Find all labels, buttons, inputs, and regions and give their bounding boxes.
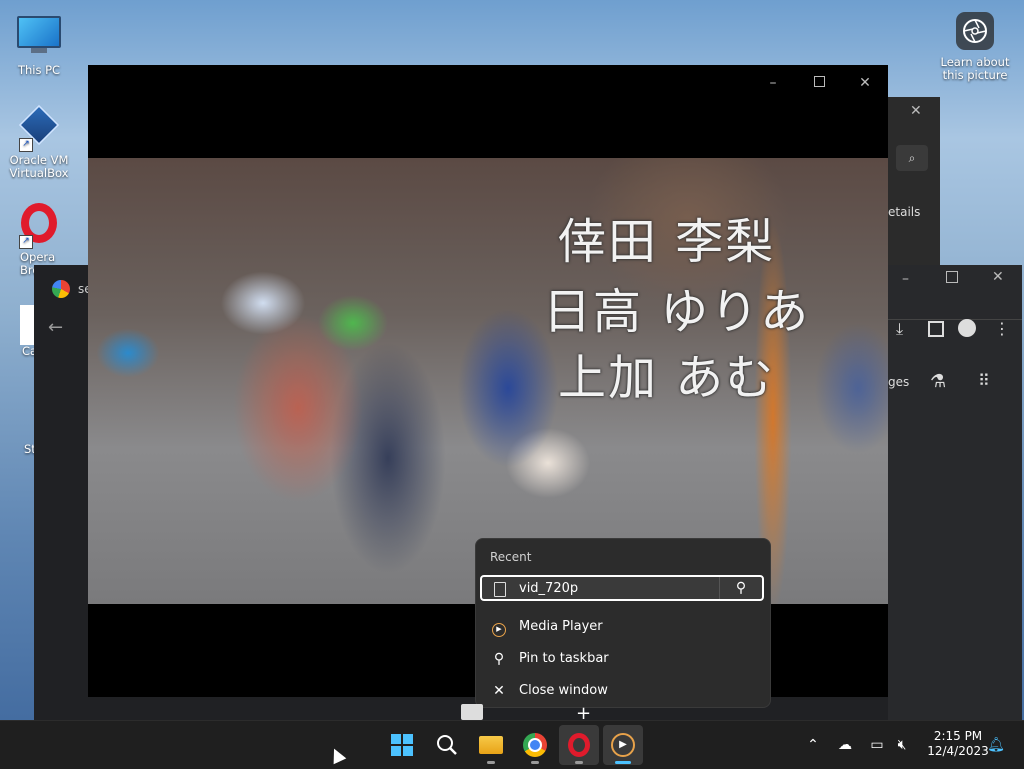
desktop-icon-label: St bbox=[24, 442, 36, 456]
learn-label: Learn about this picture bbox=[940, 55, 1010, 82]
maximize-icon[interactable] bbox=[809, 73, 829, 93]
close-icon: ✕ bbox=[493, 683, 505, 699]
virtualbox-icon: ↗ bbox=[17, 104, 61, 152]
pin-icon: ⚲ bbox=[493, 651, 505, 667]
search-icon bbox=[437, 735, 457, 755]
desktop-icon-this-pc[interactable]: This PC bbox=[4, 10, 74, 77]
details-text: etails bbox=[888, 205, 921, 219]
labs-icon[interactable]: ⚗ bbox=[930, 371, 946, 392]
close-icon[interactable]: ✕ bbox=[992, 269, 1004, 285]
chevron-up-icon[interactable]: ⌃ bbox=[802, 734, 824, 756]
video-file-icon bbox=[494, 582, 506, 597]
chrome-icon bbox=[523, 733, 547, 757]
jump-item-media-player[interactable]: ▶ Media Player bbox=[476, 613, 770, 641]
computer-icon bbox=[17, 16, 61, 60]
search-icon[interactable]: ⌕ bbox=[896, 145, 928, 171]
jump-item-label: Close window bbox=[519, 683, 608, 698]
caption-line: 倖田 李梨 bbox=[558, 214, 776, 270]
recent-item-label: vid_720p bbox=[519, 581, 579, 596]
media-player-icon: ▶ bbox=[490, 618, 508, 637]
opera-button[interactable] bbox=[559, 725, 599, 765]
taskbar: ▶ ⌃ ☁ ▭ 🔇︎ 2:15 PM 12/4/2023 🔔︎ bbox=[0, 720, 1024, 769]
camera-icon bbox=[956, 12, 994, 50]
chrome-window-right: – ✕ ⤓ ⋮ ges ⚗ ⠿ bbox=[888, 265, 1022, 721]
onedrive-icon[interactable]: ☁ bbox=[834, 734, 856, 756]
start-button[interactable] bbox=[382, 725, 422, 765]
side-panel-icon[interactable] bbox=[928, 321, 944, 337]
close-icon[interactable]: ✕ bbox=[855, 73, 875, 93]
profile-icon[interactable] bbox=[958, 319, 976, 337]
media-player-icon: ▶ bbox=[611, 733, 635, 757]
close-icon[interactable]: ✕ bbox=[910, 103, 922, 119]
media-player-button[interactable]: ▶ bbox=[603, 725, 643, 765]
minimize-icon[interactable]: – bbox=[763, 73, 783, 93]
apps-grid-icon[interactable]: ⠿ bbox=[978, 371, 990, 390]
jump-list-header: Recent bbox=[490, 550, 532, 564]
desktop-icon-label: This PC bbox=[17, 63, 61, 77]
folder-icon bbox=[479, 736, 503, 754]
search-button[interactable] bbox=[427, 725, 467, 765]
jump-item-label: Pin to taskbar bbox=[519, 651, 609, 666]
opera-thumbnail-icon bbox=[461, 704, 483, 720]
caption-line: 日高 ゆりあ bbox=[543, 284, 811, 340]
maximize-icon[interactable] bbox=[946, 271, 958, 283]
jump-item-pin-taskbar[interactable]: ⚲ Pin to taskbar bbox=[476, 645, 770, 673]
learn-about-picture[interactable]: Learn about this picture bbox=[940, 12, 1010, 82]
pages-text: ges bbox=[888, 375, 910, 389]
jump-item-label: Media Player bbox=[519, 619, 603, 634]
network-icon[interactable]: ▭ bbox=[866, 734, 888, 756]
opera-icon: ↗ bbox=[17, 203, 61, 249]
background-window: ✕ ⌕ etails bbox=[888, 97, 940, 265]
more-icon[interactable]: ⋮ bbox=[994, 319, 1010, 338]
download-icon[interactable]: ⤓ bbox=[896, 319, 903, 339]
file-explorer-button[interactable] bbox=[471, 725, 511, 765]
notification-bell-icon[interactable]: 🔔︎ bbox=[985, 734, 1007, 756]
caption-line: 上加 あむ bbox=[558, 350, 776, 406]
minimize-icon[interactable]: – bbox=[902, 271, 909, 287]
opera-icon bbox=[568, 733, 590, 757]
desktop-icon-label: Oracle VM VirtualBox bbox=[9, 153, 69, 180]
volume-muted-icon[interactable]: 🔇︎ bbox=[891, 734, 913, 756]
jump-list: Recent vid_720p ⚲ ▶ Media Player ⚲ Pin t… bbox=[475, 538, 771, 708]
google-icon bbox=[52, 280, 70, 298]
chrome-button[interactable] bbox=[515, 725, 555, 765]
desktop-icon-partial[interactable]: St bbox=[4, 405, 36, 456]
windows-icon bbox=[391, 734, 413, 756]
desktop-icon-partial[interactable]: Ca bbox=[4, 305, 46, 358]
desktop-icon-label: Ca bbox=[22, 344, 38, 358]
recent-item[interactable]: vid_720p ⚲ bbox=[480, 575, 764, 601]
pin-icon[interactable]: ⚲ bbox=[719, 577, 762, 599]
desktop-icon-virtualbox[interactable]: ↗ Oracle VM VirtualBox bbox=[4, 104, 74, 180]
back-icon[interactable]: ← bbox=[48, 317, 63, 338]
jump-item-close-window[interactable]: ✕ Close window bbox=[476, 677, 770, 705]
